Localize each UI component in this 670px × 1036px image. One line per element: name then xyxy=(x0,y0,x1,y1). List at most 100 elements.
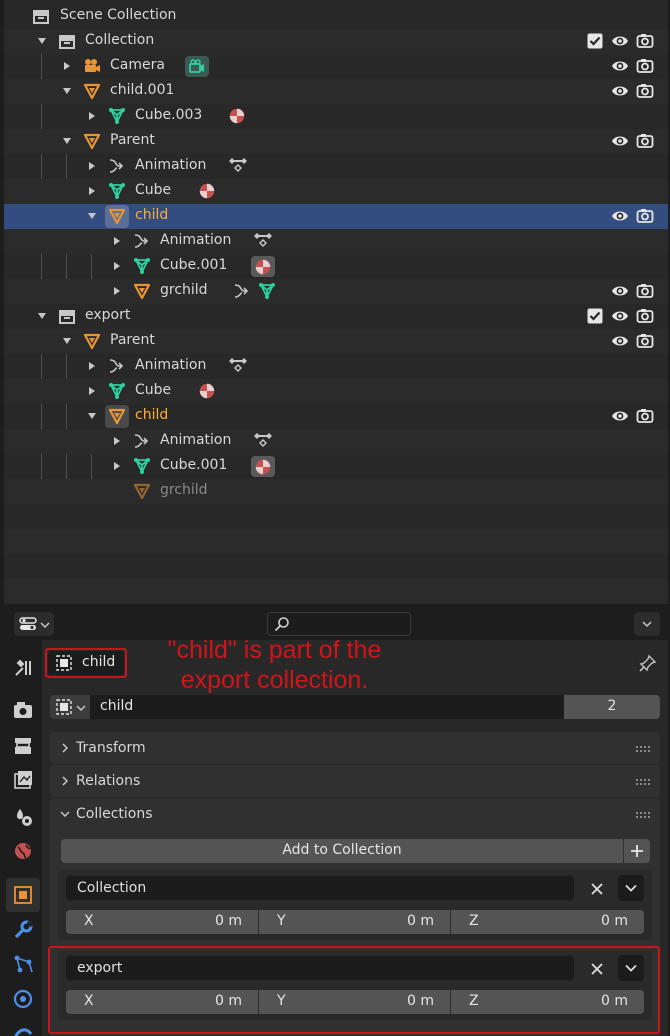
collection-menu-button[interactable] xyxy=(618,875,644,901)
object-tab-icon[interactable] xyxy=(12,884,34,906)
expand-arrow-icon[interactable] xyxy=(62,136,72,146)
expand-arrow-icon[interactable] xyxy=(112,236,122,246)
keyframes-icon[interactable] xyxy=(251,431,275,451)
tool-tab-icon[interactable] xyxy=(12,657,34,679)
eye-icon[interactable] xyxy=(611,207,629,225)
render-camera-icon[interactable] xyxy=(636,307,654,325)
material-icon[interactable] xyxy=(228,107,246,125)
mesh-data-icon[interactable] xyxy=(257,281,277,301)
outliner-row-animation[interactable]: Animation xyxy=(4,229,668,254)
outliner-row-cube[interactable]: Cube xyxy=(4,379,668,404)
exclude-checkbox-icon[interactable] xyxy=(586,32,604,50)
outliner-row-cube-001[interactable]: Cube.001 xyxy=(4,254,668,279)
add-collection-plus-button[interactable] xyxy=(624,839,650,863)
outliner-row-child-selected[interactable]: child xyxy=(4,204,668,229)
offset-y-field[interactable]: Y 0 m xyxy=(259,910,450,934)
render-camera-icon[interactable] xyxy=(636,32,654,50)
expand-arrow-icon[interactable] xyxy=(87,111,97,121)
offset-x-field[interactable]: X 0 m xyxy=(66,910,258,934)
eye-icon[interactable] xyxy=(611,57,629,75)
expand-arrow-icon[interactable] xyxy=(62,61,72,71)
material-icon[interactable] xyxy=(198,382,216,400)
expand-arrow-icon[interactable] xyxy=(62,336,72,346)
view-layer-tab-icon[interactable] xyxy=(12,769,34,791)
expand-arrow-icon[interactable] xyxy=(112,286,122,296)
drag-grip-icon[interactable] xyxy=(636,746,652,752)
pin-icon[interactable] xyxy=(638,653,658,673)
scene-tab-icon[interactable] xyxy=(12,806,34,828)
outliner-row-collection[interactable]: Collection xyxy=(4,29,668,54)
expand-arrow-icon[interactable] xyxy=(112,261,122,271)
remove-collection-x-icon[interactable] xyxy=(589,881,605,897)
eye-icon[interactable] xyxy=(611,82,629,100)
outliner-row-camera[interactable]: Camera xyxy=(4,54,668,79)
render-camera-icon[interactable] xyxy=(636,57,654,75)
exclude-checkbox-icon[interactable] xyxy=(586,307,604,325)
outliner-row-animation[interactable]: Animation xyxy=(4,154,668,179)
material-icon[interactable] xyxy=(198,182,216,200)
material-badge[interactable] xyxy=(251,256,275,277)
constraints-tab-icon[interactable] xyxy=(12,1022,34,1036)
output-tab-icon[interactable] xyxy=(12,735,34,757)
expand-arrow-icon[interactable] xyxy=(87,186,97,196)
render-camera-icon[interactable] xyxy=(636,82,654,100)
expand-arrow-icon[interactable] xyxy=(87,386,97,396)
expand-arrow-icon[interactable] xyxy=(37,311,47,321)
offset-z-field[interactable]: Z 0 m xyxy=(451,910,644,934)
search-input[interactable] xyxy=(267,612,411,636)
render-camera-icon[interactable] xyxy=(636,407,654,425)
collections-panel-header[interactable]: Collections xyxy=(50,798,660,830)
scene-collection-row[interactable]: Scene Collection xyxy=(4,4,668,29)
render-camera-icon[interactable] xyxy=(636,282,654,300)
expand-arrow-icon[interactable] xyxy=(87,361,97,371)
eye-icon[interactable] xyxy=(611,307,629,325)
expand-arrow-icon[interactable] xyxy=(87,211,97,221)
render-camera-icon[interactable] xyxy=(636,332,654,350)
render-camera-icon[interactable] xyxy=(636,207,654,225)
modifier-wrench-tab-icon[interactable] xyxy=(12,919,34,941)
expand-arrow-icon[interactable] xyxy=(87,411,97,421)
outliner-row-grchild-dimmed[interactable]: grchild xyxy=(4,479,668,504)
outliner-row-export[interactable]: export xyxy=(4,304,668,329)
datablock-browse-button[interactable] xyxy=(50,695,90,719)
eye-icon[interactable] xyxy=(611,132,629,150)
outliner-row-animation[interactable]: Animation xyxy=(4,354,668,379)
expand-arrow-icon[interactable] xyxy=(62,86,72,96)
outliner-row-parent[interactable]: Parent xyxy=(4,129,668,154)
collection-name-field[interactable]: Collection xyxy=(66,876,574,900)
eye-icon[interactable] xyxy=(611,32,629,50)
add-to-collection-button[interactable]: Add to Collection xyxy=(61,839,623,863)
outliner-row-cube-001[interactable]: Cube.001 xyxy=(4,454,668,479)
expand-arrow-icon[interactable] xyxy=(112,461,122,471)
expand-arrow-icon[interactable] xyxy=(37,36,47,46)
relations-panel-header[interactable]: Relations xyxy=(50,765,660,797)
physics-tab-icon[interactable] xyxy=(12,988,34,1010)
expand-arrow-icon[interactable] xyxy=(87,161,97,171)
editor-type-button[interactable] xyxy=(14,612,54,636)
outliner-row-cube-003[interactable]: Cube.003 xyxy=(4,104,668,129)
render-tab-icon[interactable] xyxy=(12,699,34,721)
keyframes-icon[interactable] xyxy=(226,356,250,376)
world-tab-icon[interactable] xyxy=(12,840,34,862)
outliner-row-child-001[interactable]: child.001 xyxy=(4,79,668,104)
drag-grip-icon[interactable] xyxy=(636,812,652,818)
particles-tab-icon[interactable] xyxy=(12,953,34,975)
animation-icon[interactable] xyxy=(232,281,252,301)
eye-icon[interactable] xyxy=(611,332,629,350)
keyframes-icon[interactable] xyxy=(251,231,275,251)
eye-icon[interactable] xyxy=(611,282,629,300)
transform-panel-header[interactable]: Transform xyxy=(50,732,660,764)
render-camera-icon[interactable] xyxy=(636,132,654,150)
eye-icon[interactable] xyxy=(611,407,629,425)
drag-grip-icon[interactable] xyxy=(636,779,652,785)
options-dropdown-button[interactable] xyxy=(634,612,660,636)
camera-data-badge[interactable] xyxy=(185,56,209,77)
keyframes-icon[interactable] xyxy=(226,156,250,176)
outliner-row-grchild[interactable]: grchild xyxy=(4,279,668,304)
expand-arrow-icon[interactable] xyxy=(112,436,122,446)
outliner-row-child[interactable]: child xyxy=(4,404,668,429)
datablock-name-input[interactable]: child xyxy=(90,695,564,719)
user-count-button[interactable]: 2 xyxy=(564,695,660,719)
material-badge[interactable] xyxy=(251,456,275,477)
outliner-row-parent[interactable]: Parent xyxy=(4,329,668,354)
